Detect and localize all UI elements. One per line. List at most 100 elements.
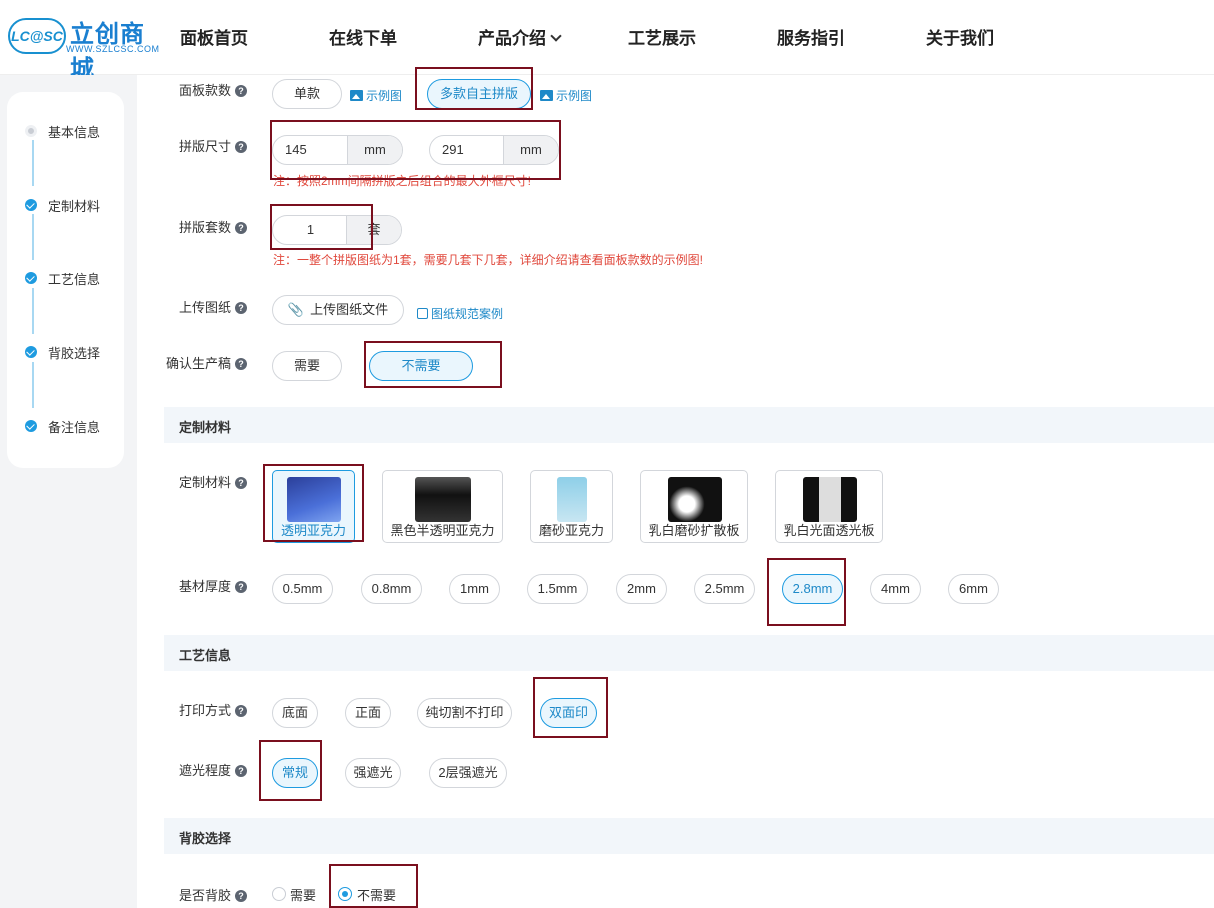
height-input[interactable]: 291 mm xyxy=(429,135,559,165)
sets-value[interactable]: 1 xyxy=(273,216,348,244)
material-name: 磨砂亚克力 xyxy=(538,523,604,538)
section-adhesive: 背胶选择 xyxy=(164,818,1214,854)
material-option[interactable]: 乳白光面透光板 xyxy=(775,470,883,543)
help-icon[interactable]: ? xyxy=(235,765,248,777)
thickness-option[interactable]: 4mm xyxy=(870,574,921,604)
thickness-option[interactable]: 0.8mm xyxy=(361,574,422,604)
option-no-need[interactable]: 不需要 xyxy=(369,351,473,381)
shade-option[interactable]: 强遮光 xyxy=(345,758,401,788)
logo-badge: LC@SC xyxy=(8,18,66,54)
check-icon xyxy=(25,272,37,284)
option-need[interactable]: 需要 xyxy=(272,351,342,381)
panel-sets-label: 拼版套数? xyxy=(179,217,248,236)
help-icon[interactable]: ? xyxy=(235,358,248,370)
thickness-option[interactable]: 6mm xyxy=(948,574,999,604)
nav-products-label: 产品介绍 xyxy=(478,29,546,48)
thickness-option[interactable]: 2mm xyxy=(616,574,667,604)
thickness-option-selected[interactable]: 2.8mm xyxy=(782,574,843,604)
material-thumbnail xyxy=(668,477,722,522)
spec-example-link[interactable]: 图纸规范案例 xyxy=(417,305,503,322)
radio-no-need-label[interactable]: 不需要 xyxy=(357,885,396,904)
help-icon[interactable]: ? xyxy=(235,890,248,902)
material-option[interactable]: 黑色半透明亚克力 xyxy=(382,470,503,543)
material-thumbnail xyxy=(287,477,341,522)
thickness-option[interactable]: 1mm xyxy=(449,574,500,604)
radio-need[interactable] xyxy=(272,887,286,901)
image-icon xyxy=(540,90,553,101)
nav-products[interactable]: 产品介绍 xyxy=(478,24,562,49)
step-dot-icon xyxy=(25,125,37,137)
material-label: 定制材料? xyxy=(179,472,248,491)
help-icon[interactable]: ? xyxy=(235,85,248,97)
step-sidebar: 基本信息 定制材料 工艺信息 背胶选择 备注信息 xyxy=(7,92,124,468)
confirm-draft-label: 确认生产稿? xyxy=(166,353,248,372)
nav-service[interactable]: 服务指引 xyxy=(777,24,845,49)
unit-label: mm xyxy=(347,136,402,164)
material-name: 透明亚克力 xyxy=(280,523,346,538)
material-option[interactable]: 磨砂亚克力 xyxy=(530,470,613,543)
option-single[interactable]: 单款 xyxy=(272,79,342,109)
height-value[interactable]: 291 xyxy=(430,136,505,164)
help-icon[interactable]: ? xyxy=(235,302,248,314)
upload-button[interactable]: 📎 上传图纸文件 xyxy=(272,295,404,325)
panel-size-label: 拼版尺寸? xyxy=(179,136,248,155)
radio-no-need[interactable] xyxy=(338,887,352,901)
panel-count-label: 面板款数? xyxy=(179,80,248,99)
upload-label: 上传图纸? xyxy=(179,297,248,316)
shading-label: 遮光程度? xyxy=(179,760,248,779)
help-icon[interactable]: ? xyxy=(235,705,248,717)
check-icon xyxy=(25,346,37,358)
help-icon[interactable]: ? xyxy=(235,222,248,234)
unit-label: 套 xyxy=(346,216,401,244)
step-connector xyxy=(32,288,34,334)
material-option[interactable]: 透明亚克力 xyxy=(272,470,355,543)
size-note: 注：按照2mm间隔拼版之后组合的最大外框尺寸! xyxy=(273,174,532,188)
example-link[interactable]: 示例图 xyxy=(350,87,402,104)
check-icon xyxy=(25,199,37,211)
material-thumbnail xyxy=(415,477,471,522)
radio-need-label[interactable]: 需要 xyxy=(290,885,316,904)
nav-about[interactable]: 关于我们 xyxy=(926,24,994,49)
help-icon[interactable]: ? xyxy=(235,477,248,489)
material-thumbnail xyxy=(557,477,587,522)
print-option[interactable]: 正面 xyxy=(345,698,391,728)
width-input[interactable]: 145 mm xyxy=(272,135,403,165)
site-logo[interactable]: LC@SC 立创商城 WWW.SZLCSC.COM xyxy=(8,14,160,83)
nav-home[interactable]: 面板首页 xyxy=(180,24,248,49)
section-process: 工艺信息 xyxy=(164,635,1214,671)
thickness-label: 基材厚度? xyxy=(179,576,248,595)
help-icon[interactable]: ? xyxy=(235,141,248,153)
material-option[interactable]: 乳白磨砂扩散板 xyxy=(640,470,748,543)
shade-option-selected[interactable]: 常规 xyxy=(272,758,318,788)
nav-craft[interactable]: 工艺展示 xyxy=(628,24,696,49)
sets-note: 注：一整个拼版图纸为1套，需要几套下几套，详细介绍请查看面板款数的示例图! xyxy=(273,253,704,267)
document-icon xyxy=(417,308,428,319)
print-method-label: 打印方式? xyxy=(179,700,248,719)
logo-url: WWW.SZLCSC.COM xyxy=(66,44,160,54)
sets-input[interactable]: 1 套 xyxy=(272,215,402,245)
thickness-option[interactable]: 0.5mm xyxy=(272,574,333,604)
example-link[interactable]: 示例图 xyxy=(540,87,592,104)
step-connector xyxy=(32,362,34,408)
unit-label: mm xyxy=(503,136,558,164)
print-option[interactable]: 纯切割不打印 xyxy=(417,698,512,728)
paperclip-icon: 📎 xyxy=(287,302,305,317)
shade-option[interactable]: 2层强遮光 xyxy=(429,758,507,788)
nav-order-online[interactable]: 在线下单 xyxy=(329,24,397,49)
thickness-option[interactable]: 1.5mm xyxy=(527,574,588,604)
material-name: 乳白光面透光板 xyxy=(783,523,875,538)
step-connector xyxy=(32,140,34,186)
step-connector xyxy=(32,214,34,260)
print-option-selected[interactable]: 双面印 xyxy=(540,698,597,728)
material-name: 黑色半透明亚克力 xyxy=(390,523,495,538)
step-label: 定制材料 xyxy=(48,199,101,214)
top-header: LC@SC 立创商城 WWW.SZLCSC.COM 面板首页 在线下单 产品介绍… xyxy=(0,0,1214,83)
step-label: 基本信息 xyxy=(48,125,101,140)
chevron-down-icon xyxy=(550,30,562,42)
option-multi-panel[interactable]: 多款自主拼版 xyxy=(427,79,531,109)
thickness-option[interactable]: 2.5mm xyxy=(694,574,755,604)
print-option[interactable]: 底面 xyxy=(272,698,318,728)
width-value[interactable]: 145 xyxy=(273,136,349,164)
help-icon[interactable]: ? xyxy=(235,581,248,593)
adhesive-label: 是否背胶? xyxy=(179,885,248,904)
